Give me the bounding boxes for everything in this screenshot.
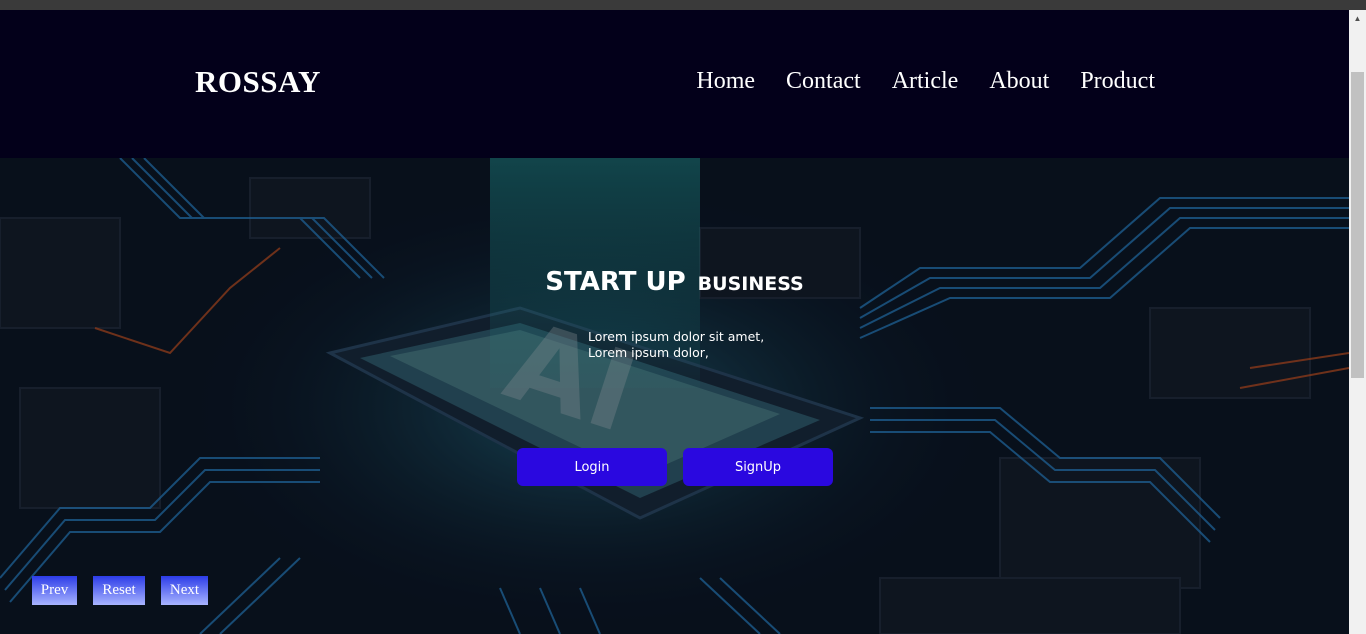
prev-button[interactable]: Prev (32, 576, 77, 605)
hero-title: START UP BUSINESS (0, 267, 1349, 297)
navbar: ROSSAY Home Contact Article About Produc… (0, 10, 1349, 158)
nav-link-contact[interactable]: Contact (786, 68, 861, 95)
hero-text-line1: Lorem ipsum dolor sit amet, (588, 329, 765, 344)
vertical-scrollbar[interactable]: ▲ (1349, 10, 1366, 634)
window-top-strip (0, 0, 1366, 10)
nav-links: Home Contact Article About Product (696, 68, 1155, 95)
hero-text-line2: Lorem ipsum dolor, (588, 345, 709, 360)
page-viewport: ROSSAY Home Contact Article About Produc… (0, 10, 1349, 634)
nav-link-about[interactable]: About (989, 68, 1049, 95)
reset-button[interactable]: Reset (93, 576, 145, 605)
nav-link-product[interactable]: Product (1080, 68, 1155, 95)
hero-title-sub: BUSINESS (697, 273, 804, 295)
scrollbar-thumb[interactable] (1351, 72, 1364, 378)
signup-button[interactable]: SignUp (683, 448, 833, 486)
hero-background-image: AI (0, 158, 1349, 634)
login-button[interactable]: Login (517, 448, 667, 486)
up-arrow-icon[interactable]: ▲ (1349, 10, 1366, 27)
nav-link-article[interactable]: Article (892, 68, 959, 95)
next-button[interactable]: Next (161, 576, 208, 605)
hero-title-main: START UP (545, 267, 686, 297)
site-logo[interactable]: ROSSAY (195, 64, 321, 100)
hero-section: AI START UP BUSINESS Lorem ipsum dolor si… (0, 158, 1349, 634)
nav-link-home[interactable]: Home (696, 68, 755, 95)
hero-description: Lorem ipsum dolor sit amet, Lorem ipsum … (588, 329, 764, 361)
